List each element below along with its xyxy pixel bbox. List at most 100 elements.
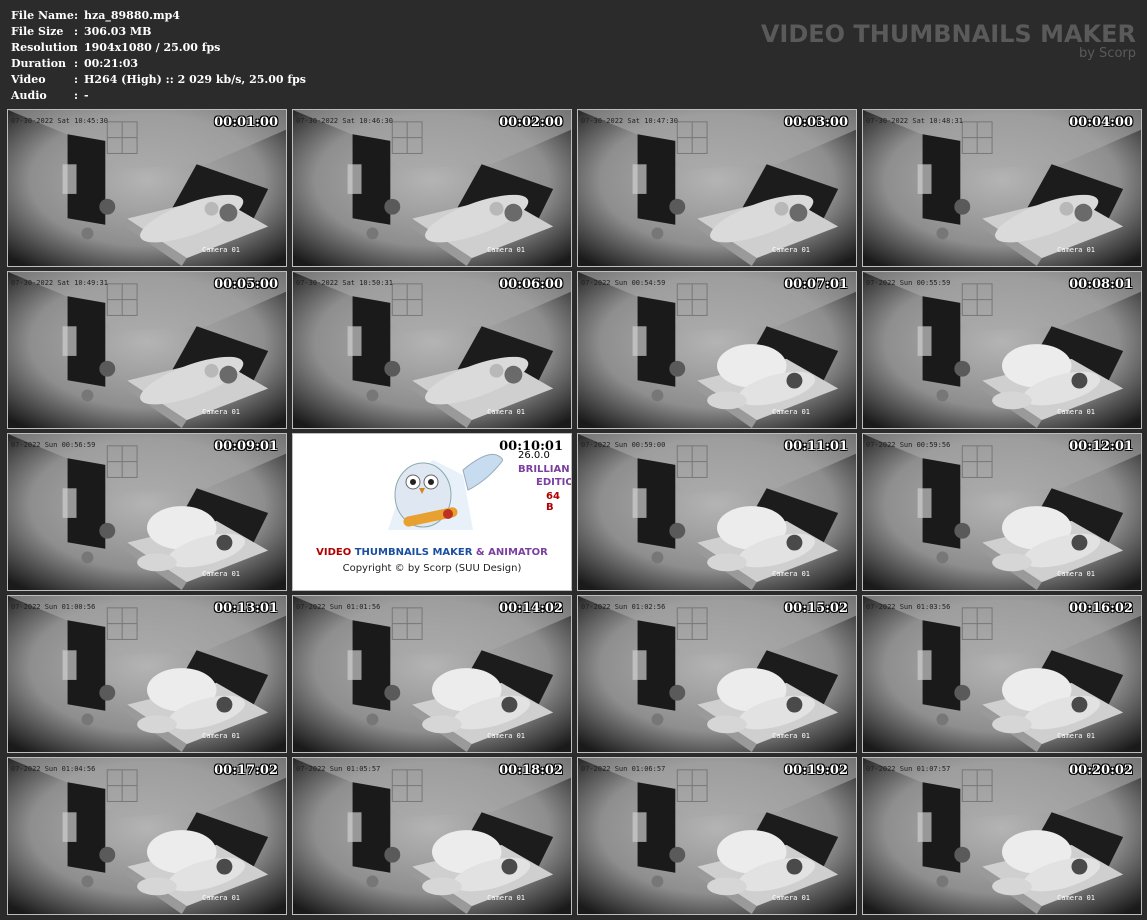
- cctv-frame-image: [578, 272, 856, 428]
- camera-osd-datetime: 07-2022 Sun 00:55:59: [866, 279, 951, 287]
- thumbnail-timestamp: 00:11:01: [784, 439, 848, 454]
- cctv-frame-image: [863, 110, 1141, 266]
- camera-osd-datetime: 07-2022 Sun 00:59:00: [581, 441, 666, 449]
- info-value: -: [84, 89, 89, 102]
- splash-name-part3: & ANIMATOR: [472, 547, 548, 558]
- camera-label: Camera 01: [1057, 732, 1095, 740]
- video-thumbnail[interactable]: 07-2022 Sun 01:01:56 Camera 01 00:14:02: [292, 595, 572, 753]
- camera-osd-datetime: 07-30-2022 Sat 10:49:31: [11, 279, 108, 287]
- thumbnail-grid: 07-30-2022 Sat 10:45:30 Camera 01 00:01:…: [7, 109, 1142, 915]
- thumbnail-timestamp: 00:08:01: [1069, 277, 1133, 292]
- camera-label: Camera 01: [202, 732, 240, 740]
- camera-label: Camera 01: [772, 246, 810, 254]
- info-row: Duration:00:21:03: [11, 56, 306, 72]
- splash-edition-line2: EDITIO: [536, 477, 572, 488]
- cctv-frame-image: [863, 434, 1141, 590]
- brand-subtitle: by Scorp: [1078, 46, 1136, 61]
- video-thumbnail[interactable]: 07-2022 Sun 01:06:57 Camera 01 00:19:02: [577, 757, 857, 915]
- video-thumbnail[interactable]: 07-30-2022 Sat 10:46:30 Camera 01 00:02:…: [292, 109, 572, 267]
- thumbnail-timestamp: 00:03:00: [784, 115, 848, 130]
- info-key: File Size: [11, 25, 64, 38]
- info-value: 00:21:03: [84, 57, 139, 70]
- thumbnail-timestamp: 00:06:00: [499, 277, 563, 292]
- thumbnail-timestamp: 00:05:00: [214, 277, 278, 292]
- cctv-frame-image: [8, 272, 286, 428]
- camera-label: Camera 01: [202, 246, 240, 254]
- cctv-frame-image: [293, 758, 571, 914]
- splash-copyright: Copyright © by Scorp (SUU Design): [342, 563, 522, 574]
- thumbnail-timestamp: 00:04:00: [1069, 115, 1133, 130]
- thumbnail-timestamp: 00:13:01: [214, 601, 278, 616]
- thumbnail-timestamp: 00:01:00: [214, 115, 278, 130]
- camera-osd-datetime: 07-30-2022 Sat 10:45:30: [11, 117, 108, 125]
- video-thumbnail[interactable]: 07-30-2022 Sat 10:48:31 Camera 01 00:04:…: [862, 109, 1142, 267]
- cctv-frame-image: [293, 596, 571, 752]
- cctv-frame-image: [578, 596, 856, 752]
- video-thumbnail[interactable]: 07-2022 Sun 01:00:56 Camera 01 00:13:01: [7, 595, 287, 753]
- camera-label: Camera 01: [772, 894, 810, 902]
- info-value: 1904x1080 / 25.00 fps: [84, 41, 221, 54]
- video-thumbnail[interactable]: 07-2022 Sun 00:59:00 Camera 01 00:11:01: [577, 433, 857, 591]
- video-thumbnail[interactable]: 07-2022 Sun 00:59:56 Camera 01 00:12:01: [862, 433, 1142, 591]
- thumbnail-timestamp: 00:17:02: [214, 763, 278, 778]
- cctv-frame-image: [578, 758, 856, 914]
- file-info-panel: File Name: hza_89880.mp4 File Size:306.03 …: [11, 8, 306, 104]
- video-thumbnail[interactable]: 07-30-2022 Sat 10:49:31 Camera 01 00:05:…: [7, 271, 287, 429]
- info-row: File Size:306.03 MB: [11, 24, 306, 40]
- info-row: Resolution:1904x1080 / 25.00 fps: [11, 40, 306, 56]
- thumbnail-timestamp: 00:14:02: [499, 601, 563, 616]
- info-separator: :: [74, 73, 79, 86]
- camera-label: Camera 01: [487, 732, 525, 740]
- camera-osd-datetime: 07-2022 Sun 01:04:56: [11, 765, 96, 773]
- splash-product-name: VIDEO THUMBNAILS MAKER & ANIMATOR: [293, 547, 571, 558]
- video-thumbnail[interactable]: 07-30-2022 Sat 10:50:31 Camera 01 00:06:…: [292, 271, 572, 429]
- cctv-frame-image: [578, 110, 856, 266]
- camera-label: Camera 01: [202, 408, 240, 416]
- info-separator: :: [74, 89, 79, 102]
- video-thumbnail[interactable]: 07-2022 Sun 01:04:56 Camera 01 00:17:02: [7, 757, 287, 915]
- info-value: hza_89880.mp4: [84, 9, 180, 22]
- video-thumbnail[interactable]: 07-2022 Sun 00:54:59 Camera 01 00:07:01: [577, 271, 857, 429]
- thumbnail-timestamp: 00:09:01: [214, 439, 278, 454]
- cctv-frame-image: [863, 272, 1141, 428]
- camera-label: Camera 01: [772, 408, 810, 416]
- thumbnail-timestamp: 00:16:02: [1069, 601, 1133, 616]
- cctv-frame-image: [8, 434, 286, 590]
- video-thumbnail[interactable]: 07-2022 Sun 01:05:57 Camera 01 00:18:02: [292, 757, 572, 915]
- camera-osd-datetime: 07-2022 Sun 00:54:59: [581, 279, 666, 287]
- camera-osd-datetime: 07-2022 Sun 01:05:57: [296, 765, 381, 773]
- camera-label: Camera 01: [202, 894, 240, 902]
- thumbnail-timestamp: 00:19:02: [784, 763, 848, 778]
- info-row: Video: H264 (High) :: 2 029 kb/s, 25.00 f…: [11, 72, 306, 88]
- video-thumbnail[interactable]: 07-2022 Sun 01:03:56 Camera 01 00:16:02: [862, 595, 1142, 753]
- cctv-frame-image: [293, 110, 571, 266]
- info-value: 306.03 MB: [84, 25, 152, 38]
- info-key: File Name: [11, 9, 74, 22]
- camera-label: Camera 01: [487, 246, 525, 254]
- video-thumbnail[interactable]: 26.0.0 BRILLIAN EDITIO 64 B VIDEO THUMBN…: [292, 433, 572, 591]
- info-key: Duration: [11, 57, 67, 70]
- camera-label: Camera 01: [772, 732, 810, 740]
- cctv-frame-image: [863, 758, 1141, 914]
- splash-name-part1: VIDEO: [316, 547, 355, 558]
- brand-watermark: VIDEO THUMBNAILS MAKER by Scorp: [761, 20, 1136, 60]
- brand-title: VIDEO THUMBNAILS MAKER: [760, 20, 1136, 48]
- info-row: Audio: -: [11, 88, 306, 104]
- video-thumbnail[interactable]: 07-2022 Sun 00:56:59 Camera 01 00:09:01: [7, 433, 287, 591]
- info-value: H264 (High) :: 2 029 kb/s, 25.00 fps: [84, 73, 306, 86]
- camera-osd-datetime: 07-2022 Sun 00:59:56: [866, 441, 951, 449]
- thumbnail-timestamp: 00:02:00: [499, 115, 563, 130]
- camera-label: Camera 01: [1057, 894, 1095, 902]
- video-thumbnail[interactable]: 07-30-2022 Sat 10:45:30 Camera 01 00:01:…: [7, 109, 287, 267]
- thumbnail-timestamp: 00:15:02: [784, 601, 848, 616]
- cctv-frame-image: [293, 272, 571, 428]
- thumbnail-timestamp: 00:12:01: [1069, 439, 1133, 454]
- video-thumbnail[interactable]: 07-2022 Sun 00:55:59 Camera 01 00:08:01: [862, 271, 1142, 429]
- owl-logo-icon: [388, 453, 503, 530]
- video-thumbnail[interactable]: 07-2022 Sun 01:02:56 Camera 01 00:15:02: [577, 595, 857, 753]
- splash-edition-line1: BRILLIAN: [518, 464, 570, 475]
- video-thumbnail[interactable]: 07-30-2022 Sat 10:47:30 Camera 01 00:03:…: [577, 109, 857, 267]
- camera-osd-datetime: 07-30-2022 Sat 10:50:31: [296, 279, 393, 287]
- thumbnail-timestamp: 00:20:02: [1069, 763, 1133, 778]
- video-thumbnail[interactable]: 07-2022 Sun 01:07:57 Camera 01 00:20:02: [862, 757, 1142, 915]
